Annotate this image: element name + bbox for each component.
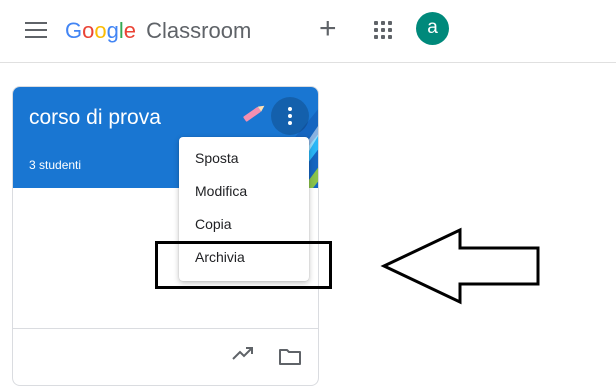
menu-icon[interactable] [25,22,47,40]
logo-letter: e [123,18,137,43]
top-app-bar: Google Classroom + a [0,0,616,63]
logo-letter: o [94,18,107,43]
highlight-box [155,241,332,289]
logo-letter: G [65,18,83,43]
google-wordmark: Google [65,18,142,43]
product-name: Classroom [146,18,252,43]
card-divider [13,328,318,329]
trending-up-icon[interactable] [232,347,254,361]
pencil-icon [243,105,265,122]
logo-letter: g [106,18,119,43]
folder-icon[interactable] [279,347,301,365]
course-title[interactable]: corso di prova [29,106,161,130]
student-count[interactable]: 3 studenti [29,158,81,172]
plus-icon[interactable]: + [319,14,337,44]
menu-item-sposta[interactable]: Sposta [179,143,309,173]
left-arrow-icon [380,227,540,305]
apps-icon[interactable] [374,21,392,39]
menu-item-copia[interactable]: Copia [179,209,309,239]
more-options-icon[interactable] [271,97,309,135]
logo-letter: o [82,18,95,43]
avatar[interactable]: a [416,12,449,45]
menu-item-modifica[interactable]: Modifica [179,176,309,206]
app-logo[interactable]: Google Classroom [65,18,251,44]
